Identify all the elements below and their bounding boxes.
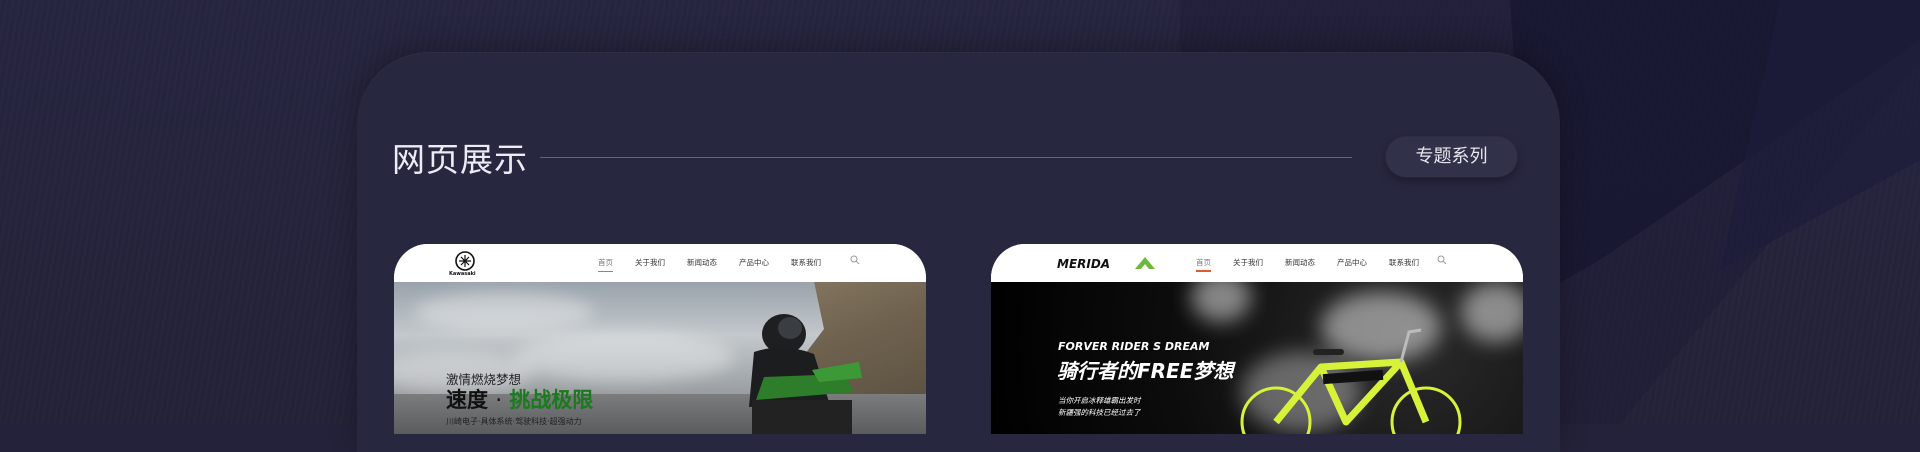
search-icon[interactable] (850, 255, 860, 265)
hero-title-accent: 挑战极限 (509, 388, 594, 412)
site-nav-menu: 首页 关于我们 新闻动态 产品中心 联系我们 (598, 257, 843, 272)
site-navbar: MERIDA 首页 关于我们 新闻动态 产品中心 联系我们 (991, 244, 1523, 282)
kawasaki-brand-text: Kawasaki (449, 271, 476, 277)
nav-item-products[interactable]: 产品中心 (1337, 257, 1367, 268)
hero-line-1: 当你开启冰释雄霸出发时 (1058, 396, 1141, 405)
title-divider (540, 157, 1352, 158)
hero-english-tagline: FORVER RIDER S DREAM (1058, 340, 1210, 353)
merida-logo-icon: MERIDA (1057, 257, 1155, 271)
hero-title: 骑行者的FREE梦想 (1057, 359, 1234, 383)
nav-item-home[interactable]: 首页 (1196, 257, 1211, 272)
hero-title-main: 速度 (446, 388, 488, 412)
search-icon[interactable] (1437, 255, 1447, 265)
site-nav-menu: 首页 关于我们 新闻动态 产品中心 联系我们 (1196, 257, 1441, 272)
nav-item-about[interactable]: 关于我们 (635, 257, 665, 268)
nav-item-about[interactable]: 关于我们 (1233, 257, 1263, 268)
hero-title: 速度 · 挑战极限 (446, 384, 593, 414)
hero-line-2: 新疆强的科技已经过去了 (1058, 408, 1141, 417)
nav-item-contact[interactable]: 联系我们 (791, 257, 821, 268)
merida-logo-text: MERIDA (1057, 257, 1110, 271)
website-preview-card-kawasaki[interactable]: Kawasaki 首页 关于我们 新闻动态 产品中心 联系我们 激情燃烧梦想 速… (394, 244, 926, 434)
series-button[interactable]: 专题系列 (1386, 137, 1517, 177)
nav-item-home[interactable]: 首页 (598, 257, 613, 272)
section-title: 网页展示 (392, 140, 528, 179)
hero-title-dot: · (495, 388, 502, 412)
nav-item-news[interactable]: 新闻动态 (1285, 257, 1315, 268)
nav-item-products[interactable]: 产品中心 (739, 257, 769, 268)
bicycle-image (1240, 328, 1462, 434)
website-preview-card-merida[interactable]: MERIDA 首页 关于我们 新闻动态 产品中心 联系我们 FORVER RID… (991, 244, 1523, 434)
nav-item-contact[interactable]: 联系我们 (1389, 257, 1419, 268)
hero-description: 川崎电子·具体系统·驾驶科技·超强动力 (446, 417, 582, 426)
nav-item-news[interactable]: 新闻动态 (687, 257, 717, 268)
site-navbar: Kawasaki 首页 关于我们 新闻动态 产品中心 联系我们 (394, 244, 926, 282)
motorcycle-rider-image (749, 314, 862, 434)
